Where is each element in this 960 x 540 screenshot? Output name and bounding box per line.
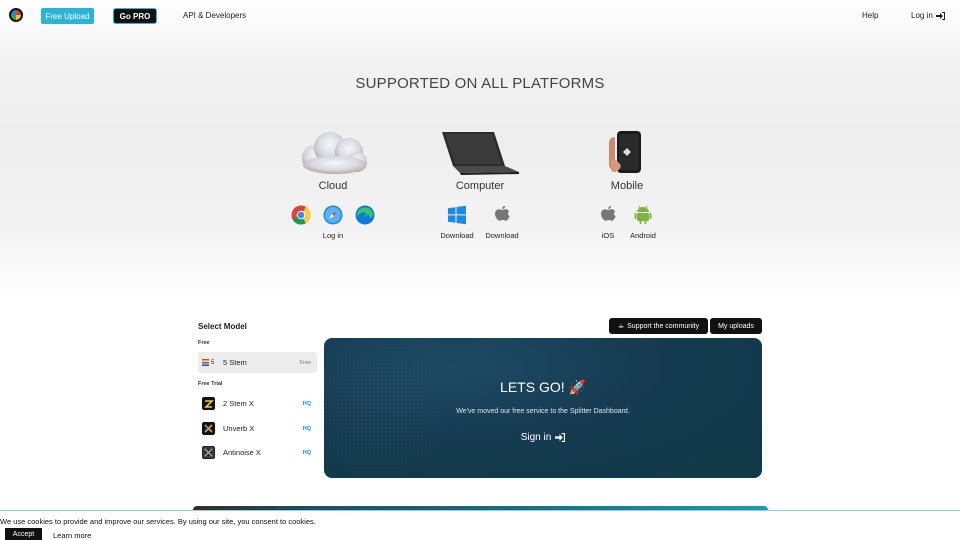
model-antinoise-x[interactable]: Antinoise X HQ (198, 442, 317, 463)
card-title: LETS GO! 🚀 (500, 379, 586, 395)
model-tag: Free (299, 359, 311, 366)
trial-section-label: Free Trial (198, 381, 223, 387)
select-model-title: Select Model (198, 322, 247, 331)
unverb-x-icon (202, 422, 215, 435)
cloud-illustration (302, 132, 367, 174)
mobile-label: Mobile (610, 180, 644, 192)
cookie-text: We use cookies to provide and improve ou… (0, 517, 316, 526)
model-name: 2 Stem X (223, 399, 254, 408)
support-community-button[interactable]: ☕ Support the community (609, 318, 708, 334)
laptop-illustration (442, 132, 519, 175)
sign-in-icon (555, 433, 566, 442)
nav-login[interactable]: Log in (911, 11, 945, 20)
mac-download-link[interactable]: Download (472, 231, 532, 240)
sign-in-label: Sign in (520, 432, 552, 443)
support-label: Support the community (627, 322, 700, 330)
nav-api-developers[interactable]: API & Developers (183, 11, 246, 20)
two-stem-x-icon (202, 397, 215, 410)
login-label: Log in (911, 11, 933, 20)
card-sign-in-button[interactable]: Sign in (324, 432, 762, 443)
lets-go-card: LETS GO! 🚀 We've moved our free service … (324, 338, 762, 478)
android-link[interactable]: Android (613, 231, 673, 240)
model-2-stem-x[interactable]: 2 Stem X HQ (198, 393, 317, 414)
phone-illustration (609, 131, 641, 173)
my-uploads-button[interactable]: My uploads (710, 318, 762, 334)
free-upload-button[interactable]: Free Upload (41, 8, 94, 24)
sign-in-icon (935, 11, 945, 20)
site-logo[interactable] (9, 8, 23, 22)
platforms-title: SUPPORTED ON ALL PLATFORMS (355, 75, 605, 92)
cookie-accept-button[interactable]: Accept (5, 528, 42, 540)
model-5-stem[interactable]: 5 5 Stem Free (198, 352, 317, 373)
coffee-icon: ☕ (617, 323, 625, 330)
antinoise-x-icon (202, 446, 215, 459)
card-subtitle: We've moved our free service to the Spli… (456, 408, 630, 415)
model-name: Unverb X (223, 424, 255, 433)
android-icon[interactable] (634, 205, 656, 227)
safari-icon[interactable] (323, 205, 345, 227)
model-tag: HQ (302, 449, 311, 456)
cookie-learn-more-link[interactable]: Learn more (53, 531, 91, 540)
model-unverb-x[interactable]: Unverb X HQ (198, 418, 317, 439)
header: Free Upload Go PRO API & Developers Help… (0, 0, 960, 32)
computer-label: Computer (455, 180, 505, 192)
ios-apple-icon[interactable] (599, 205, 621, 227)
five-stem-icon: 5 (202, 359, 217, 366)
model-tag: HQ (302, 400, 311, 407)
model-name: 5 Stem (223, 358, 247, 367)
free-section-label: Free (198, 340, 210, 346)
model-tag: HQ (302, 425, 311, 432)
model-name: Antinoise X (223, 448, 261, 457)
go-pro-button[interactable]: Go PRO (113, 8, 157, 24)
nav-help[interactable]: Help (862, 11, 878, 20)
cloud-login-link[interactable]: Log in (303, 231, 363, 240)
windows-icon[interactable] (447, 205, 469, 227)
cookie-banner: We use cookies to provide and improve ou… (0, 510, 960, 540)
apple-icon[interactable] (493, 205, 515, 227)
chrome-icon[interactable] (291, 205, 313, 227)
five-stem-prefix: 5 (211, 359, 215, 366)
edge-icon[interactable] (355, 205, 377, 227)
cloud-label: Cloud (318, 180, 348, 192)
